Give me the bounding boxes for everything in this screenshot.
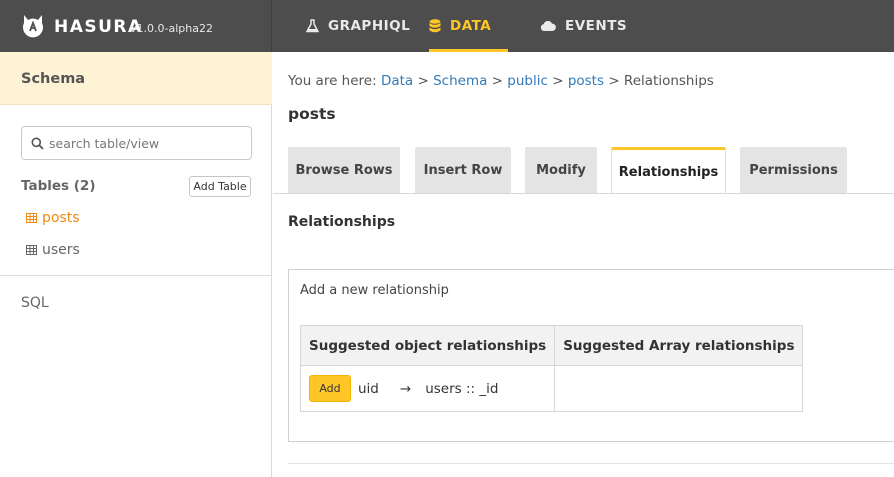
brand[interactable]: HASURA v1.0.0-alpha22 (0, 0, 272, 52)
table-name: posts (42, 210, 80, 226)
nav-tab-label: EVENTS (565, 18, 628, 34)
tables-title: Tables (2) (21, 178, 96, 194)
array-relationship-cell (554, 365, 804, 412)
schema-header[interactable]: Schema (0, 52, 272, 105)
sidebar-sql-link[interactable]: SQL (21, 295, 49, 311)
hasura-logo-icon (23, 15, 43, 38)
relationship-to: users :: _id (425, 380, 499, 397)
search-table-box[interactable] (21, 126, 252, 160)
nav-tab-graphiql[interactable]: GRAPHIQL (306, 0, 410, 52)
tab-relationships[interactable]: Relationships (611, 147, 726, 194)
table-icon (26, 245, 37, 255)
brand-version: v1.0.0-alpha22 (130, 22, 213, 35)
suggested-relationships-table: Suggested object relationships Suggested… (299, 325, 804, 412)
breadcrumb-separator: > (608, 73, 620, 89)
nav-tab-events[interactable]: EVENTS (540, 0, 627, 52)
tab-insert-row[interactable]: Insert Row (415, 147, 511, 193)
tab-browse-rows[interactable]: Browse Rows (288, 147, 400, 193)
tab-permissions[interactable]: Permissions (740, 147, 847, 193)
breadcrumb: You are here: Data > Schema > public > p… (288, 73, 714, 89)
top-navbar: HASURA v1.0.0-alpha22 GRAPHIQL DATA EVEN… (0, 0, 894, 52)
table-row: Add uid → users :: _id (299, 365, 804, 412)
search-table-input[interactable] (49, 135, 239, 151)
add-table-button[interactable]: Add Table (189, 176, 251, 197)
breadcrumb-link-public[interactable]: public (507, 73, 548, 89)
object-relationships-header: Suggested object relationships (299, 325, 556, 366)
tabs-underline (273, 193, 894, 194)
table-name: users (42, 242, 80, 258)
sidebar-table-users[interactable]: users (26, 242, 80, 258)
table-icon (26, 213, 37, 223)
main-content: You are here: Data > Schema > public > p… (273, 52, 894, 477)
breadcrumb-prefix: You are here: (288, 73, 377, 89)
database-icon (429, 19, 441, 33)
sidebar: Schema Tables (2) Add Table posts users … (0, 52, 272, 477)
object-relationship-cell: Add uid → users :: _id (299, 365, 556, 412)
flask-icon (306, 19, 319, 33)
breadcrumb-separator: > (552, 73, 564, 89)
breadcrumb-current: Relationships (623, 73, 714, 89)
cloud-icon (540, 20, 556, 31)
search-icon (31, 137, 44, 150)
nav-tab-label: GRAPHIQL (328, 18, 411, 34)
relationships-section-title: Relationships (288, 214, 396, 230)
bottom-divider (288, 463, 894, 464)
sidebar-table-posts[interactable]: posts (26, 210, 80, 226)
breadcrumb-separator: > (491, 73, 503, 89)
schema-label: Schema (21, 71, 86, 87)
breadcrumb-separator: > (417, 73, 429, 89)
breadcrumb-link-schema[interactable]: Schema (433, 73, 487, 89)
add-relationship-button[interactable]: Add (309, 375, 351, 402)
sidebar-divider (0, 275, 272, 276)
tab-modify[interactable]: Modify (525, 147, 597, 193)
page-title: posts (288, 105, 336, 123)
array-relationships-header: Suggested Array relationships (554, 325, 804, 366)
breadcrumb-link-data[interactable]: Data (381, 73, 413, 89)
relationship-from: uid (358, 380, 379, 397)
breadcrumb-link-posts[interactable]: posts (568, 73, 604, 89)
nav-tab-data[interactable]: DATA (429, 0, 508, 52)
add-relationship-panel: Add a new relationship Suggested object … (288, 269, 894, 442)
nav-tab-label: DATA (450, 18, 492, 34)
arrow-icon: → (399, 380, 412, 397)
add-relationship-title: Add a new relationship (300, 283, 449, 298)
